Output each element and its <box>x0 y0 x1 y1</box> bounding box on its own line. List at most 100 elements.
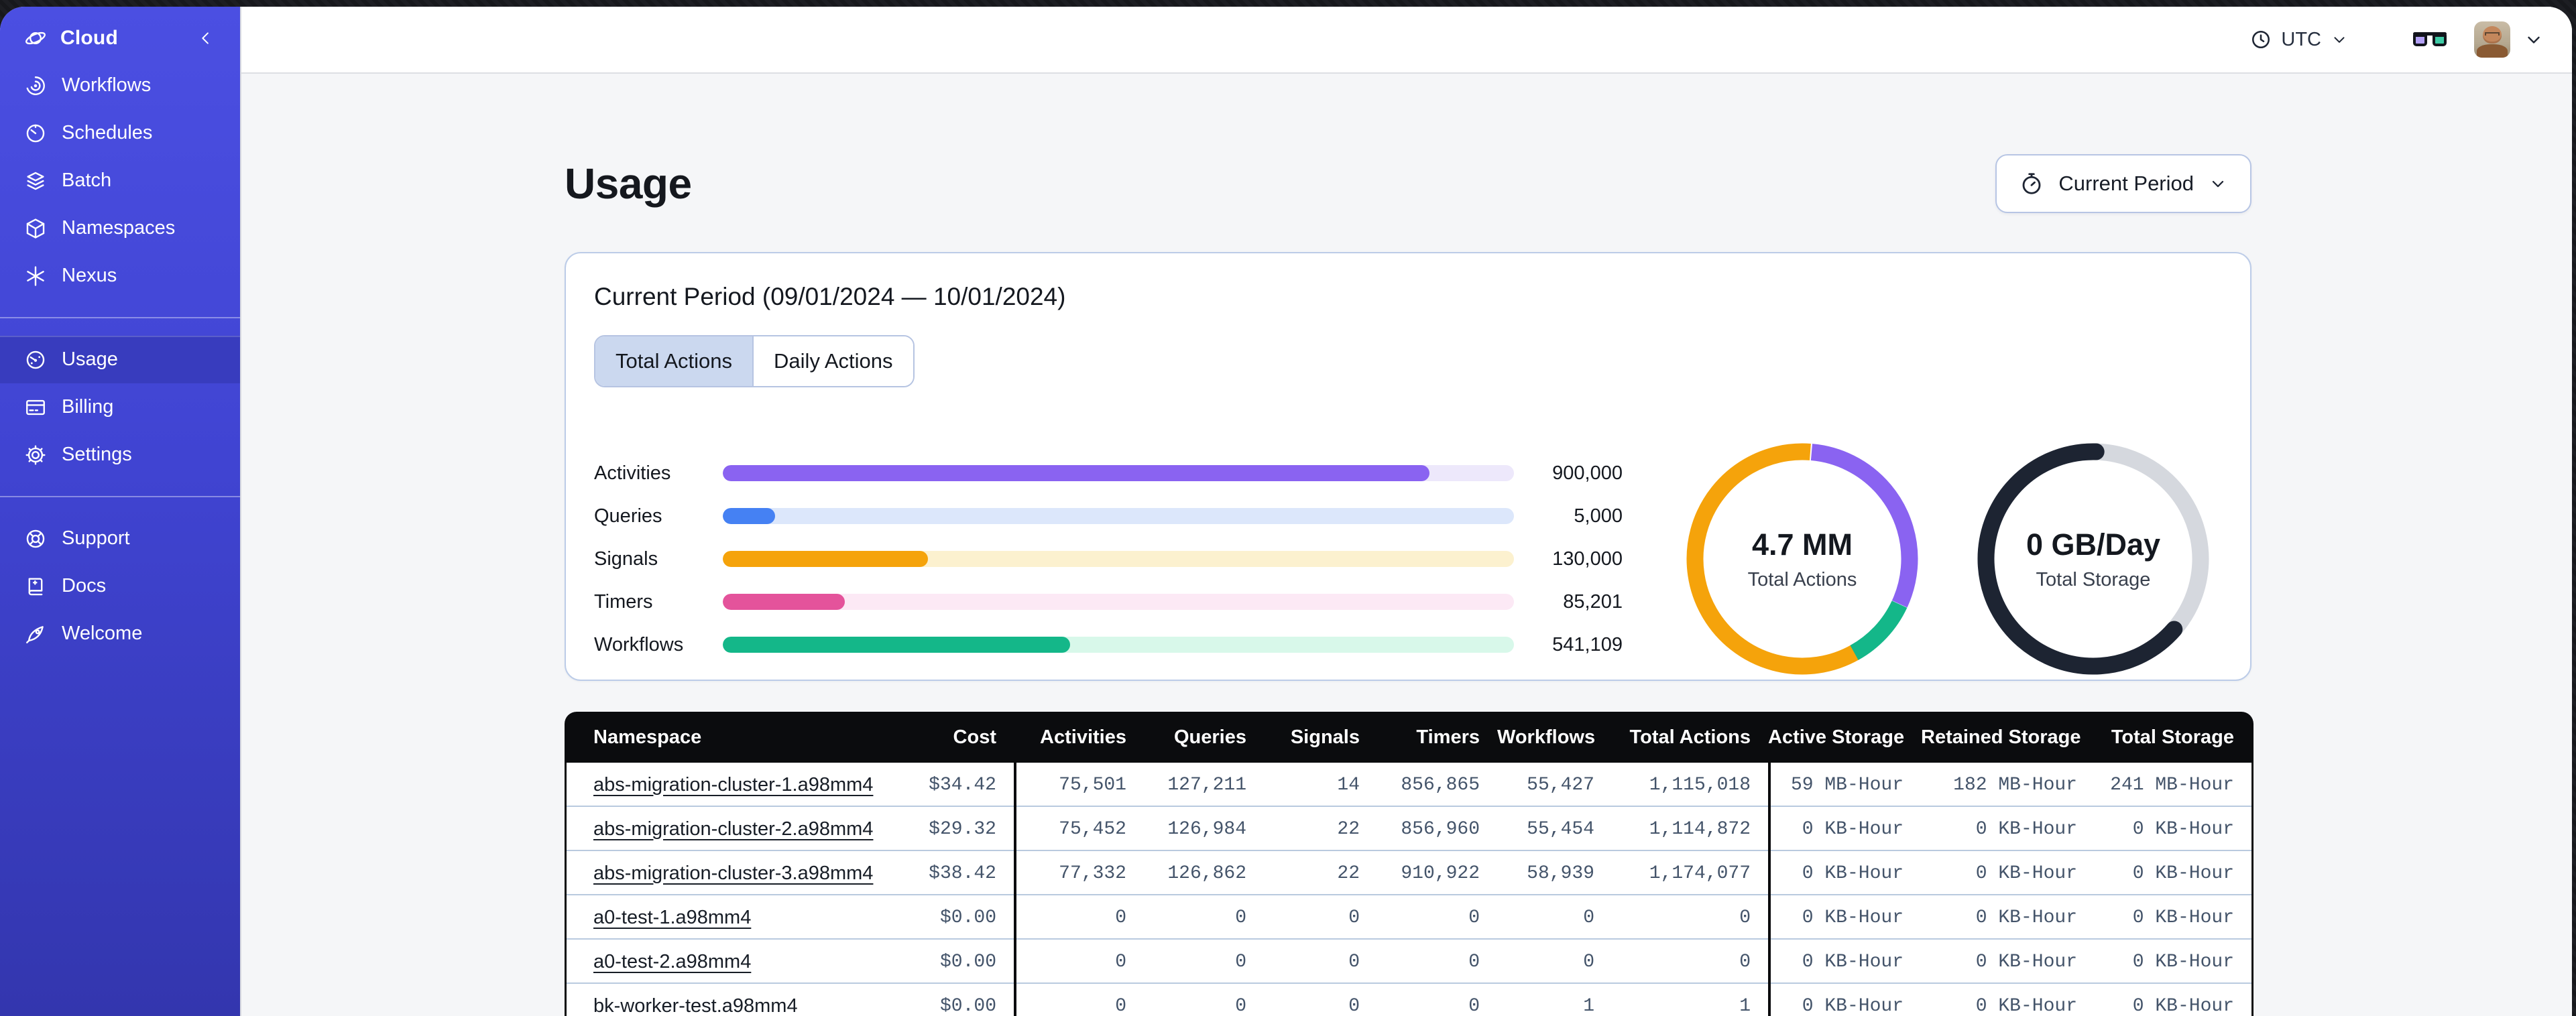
bar-label: Signals <box>594 548 658 570</box>
namespace-link[interactable]: abs-migration-cluster-1.a98mm4 <box>593 774 873 796</box>
sidebar-item-billing[interactable]: Billing <box>0 383 240 431</box>
table-cell: 910,922 <box>1401 863 1480 884</box>
table-cell: 126,984 <box>1167 818 1246 840</box>
sidebar-item-usage[interactable]: Usage <box>0 336 240 383</box>
current-period-card: Current Period (09/01/2024 — 10/01/2024)… <box>565 252 2251 681</box>
namespace-link[interactable]: a0-test-1.a98mm4 <box>593 907 751 928</box>
table-cell: 1,115,018 <box>1649 774 1751 796</box>
col-header-timers: Timers <box>1416 726 1480 748</box>
total-actions-donut: 4.7 MM Total Actions <box>1683 440 1922 678</box>
bar-fill <box>723 594 845 610</box>
table-row: abs-migration-cluster-2.a98mm4 $29.32 75,4… <box>567 807 2251 851</box>
sidebar-item-welcome[interactable]: Welcome <box>0 610 240 657</box>
timezone-dropdown[interactable]: UTC <box>2250 29 2348 51</box>
table-cell: 14 <box>1337 774 1360 796</box>
bar-track <box>723 594 1514 610</box>
app-window: Cloud Workflows Schedules Batch Namespac… <box>0 7 2572 1016</box>
cloud-logo-icon <box>25 31 46 45</box>
table-cell: 856,960 <box>1401 818 1480 840</box>
billing-card-icon <box>26 399 45 415</box>
tab-total-actions[interactable]: Total Actions <box>595 336 753 386</box>
bar-track <box>723 551 1514 567</box>
sidebar-item-schedules[interactable]: Schedules <box>0 109 240 157</box>
bar-value: 541,109 <box>1552 633 1623 655</box>
user-avatar[interactable] <box>2474 21 2510 58</box>
table-cell: $0.00 <box>939 951 996 972</box>
table-cell: 1,174,077 <box>1649 863 1751 884</box>
main-area: UTC Usage Current Period Current Period … <box>240 7 2572 1016</box>
sidebar-item-label: Batch <box>62 170 112 191</box>
table-cell: 0 KB-Hour <box>1975 907 2077 928</box>
table-cell: 0 KB-Hour <box>1975 863 2077 884</box>
table-cell: $34.42 <box>929 774 996 796</box>
period-selector-button[interactable]: Current Period <box>1995 154 2251 213</box>
tab-daily-actions[interactable]: Daily Actions <box>752 336 913 386</box>
table-cell: 0 KB-Hour <box>1768 851 1921 895</box>
page-title: Usage <box>565 160 692 208</box>
namespace-link[interactable]: abs-migration-cluster-2.a98mm4 <box>593 818 873 840</box>
table-cell: 0 KB-Hour <box>1975 995 2077 1016</box>
col-header-signals: Signals <box>1290 726 1360 748</box>
sidebar-item-support[interactable]: Support <box>0 515 240 562</box>
col-header-activities: Activities <box>1040 726 1126 748</box>
table-cell: 75,452 <box>1014 807 1144 851</box>
table-cell: $0.00 <box>939 995 996 1016</box>
bar-row-activities: Activities 900,000 <box>594 452 1623 495</box>
sidebar-item-workflows[interactable]: Workflows <box>0 62 240 109</box>
table-cell: 0 KB-Hour <box>1768 807 1921 851</box>
usage-bar-chart: Activities 900,000 Queries 5,000 Signals <box>594 452 1623 666</box>
namespace-cell: a0-test-2.a98mm4 <box>567 951 898 973</box>
namespace-link[interactable]: abs-migration-cluster-3.a98mm4 <box>593 863 873 884</box>
schedules-icon <box>26 124 45 142</box>
col-header-workflows: Workflows <box>1497 726 1596 748</box>
table-cell: 0 <box>1348 907 1360 928</box>
bar-fill <box>723 551 928 567</box>
total-storage-donut: 0 GB/Day Total Storage <box>1974 440 2213 678</box>
table-cell: 241 MB-Hour <box>2110 774 2234 796</box>
sidebar-divider <box>0 317 240 318</box>
total-actions-caption: Total Actions <box>1747 568 1857 590</box>
welcome-rocket-icon <box>26 625 44 643</box>
period-selector-label: Current Period <box>2058 172 2194 195</box>
col-header-total-storage: Total Storage <box>2111 726 2234 748</box>
namespace-link[interactable]: a0-test-2.a98mm4 <box>593 951 751 972</box>
table-cell: 0 <box>1014 984 1144 1016</box>
table-cell: $29.32 <box>929 818 996 840</box>
sidebar-item-namespaces[interactable]: Namespaces <box>0 204 240 252</box>
col-header-active-storage: Active Storage <box>1768 726 1905 748</box>
table-cell: 22 <box>1337 818 1360 840</box>
table-cell: 55,454 <box>1527 818 1594 840</box>
actions-tab-group: Total Actions Daily Actions <box>594 335 915 387</box>
nerd-glasses-icon[interactable] <box>2412 29 2447 50</box>
bar-row-signals: Signals 130,000 <box>594 537 1623 580</box>
table-cell: 1,114,872 <box>1649 818 1751 840</box>
col-header-retained-storage: Retained Storage <box>1921 726 2081 748</box>
sidebar-item-batch[interactable]: Batch <box>0 157 240 204</box>
table-cell: 0 KB-Hour <box>2132 951 2234 972</box>
table-row: abs-migration-cluster-3.a98mm4 $38.42 77,3… <box>567 851 2251 895</box>
chevron-down-icon <box>2528 36 2540 44</box>
table-cell: 0 <box>1348 951 1360 972</box>
collapse-sidebar-icon[interactable] <box>194 29 217 48</box>
table-cell: 126,862 <box>1167 863 1246 884</box>
table-cell: $0.00 <box>939 907 996 928</box>
settings-gear-icon <box>25 444 46 465</box>
sidebar-item-settings[interactable]: Settings <box>0 431 240 479</box>
sidebar-item-nexus[interactable]: Nexus <box>0 252 240 300</box>
bar-row-queries: Queries 5,000 <box>594 495 1623 537</box>
bar-fill <box>723 508 775 524</box>
batch-layers-icon <box>27 172 44 190</box>
table-cell: 0 KB-Hour <box>1768 895 1921 940</box>
desktop-background: Cloud Workflows Schedules Batch Namespac… <box>0 0 2576 1016</box>
sidebar-item-docs[interactable]: Docs <box>0 562 240 610</box>
account-menu-button[interactable] <box>2524 29 2544 50</box>
table-cell: 0 <box>1014 895 1144 940</box>
table-row: bk-worker-test.a98mm4 $0.00 0 0 0 0 1 1 0 KB-Hou… <box>567 984 2251 1016</box>
col-header-queries: Queries <box>1174 726 1246 748</box>
namespaces-cube-icon <box>26 218 45 239</box>
table-cell: 0 <box>1583 951 1594 972</box>
table-cell: 856,865 <box>1401 774 1480 796</box>
table-cell: 0 <box>1739 951 1751 972</box>
namespace-link[interactable]: bk-worker-test.a98mm4 <box>593 995 798 1016</box>
sidebar-item-label: Schedules <box>62 122 153 143</box>
